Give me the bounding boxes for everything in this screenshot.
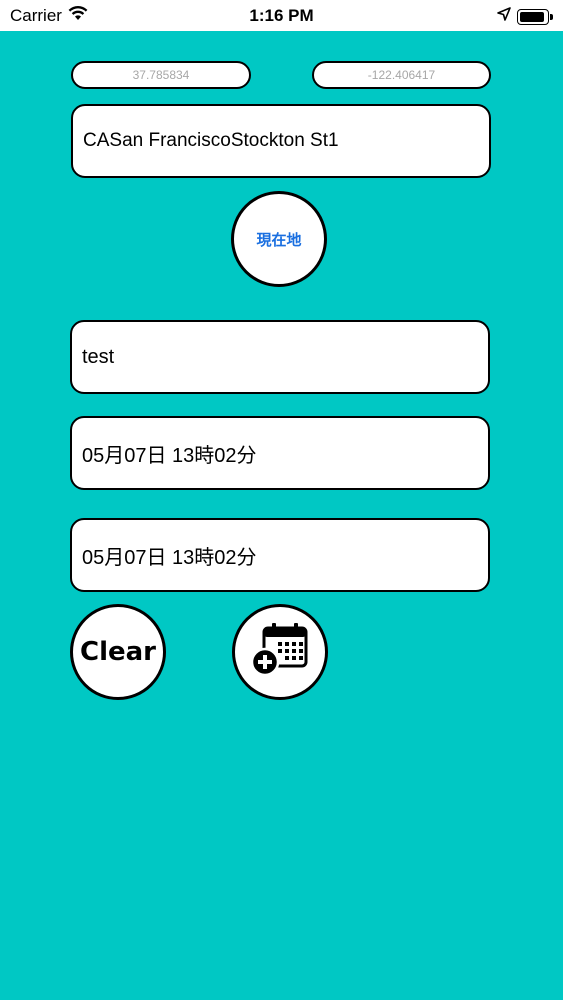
main-screen: 37.785834 -122.406417 CASan FranciscoSto… — [0, 31, 563, 1000]
status-right — [497, 7, 553, 26]
status-time: 1:16 PM — [249, 6, 314, 25]
end-datetime-field[interactable]: 05月07日 13時02分 — [70, 518, 490, 592]
current-location-button[interactable]: 現在地 — [231, 191, 327, 287]
longitude-field[interactable]: -122.406417 — [312, 61, 491, 89]
address-field[interactable]: CASan FranciscoStockton St1 — [71, 104, 491, 178]
calendar-add-icon — [250, 622, 310, 683]
start-datetime-field[interactable]: 05月07日 13時02分 — [70, 416, 490, 490]
battery-icon — [517, 8, 553, 25]
clear-button[interactable]: Clear — [70, 604, 166, 700]
latitude-field[interactable]: 37.785834 — [71, 61, 251, 89]
title-input[interactable]: test — [70, 320, 490, 394]
status-bar: Carrier 1:16 PM — [0, 0, 563, 31]
add-to-calendar-button[interactable] — [232, 604, 328, 700]
location-arrow-icon — [497, 7, 511, 26]
